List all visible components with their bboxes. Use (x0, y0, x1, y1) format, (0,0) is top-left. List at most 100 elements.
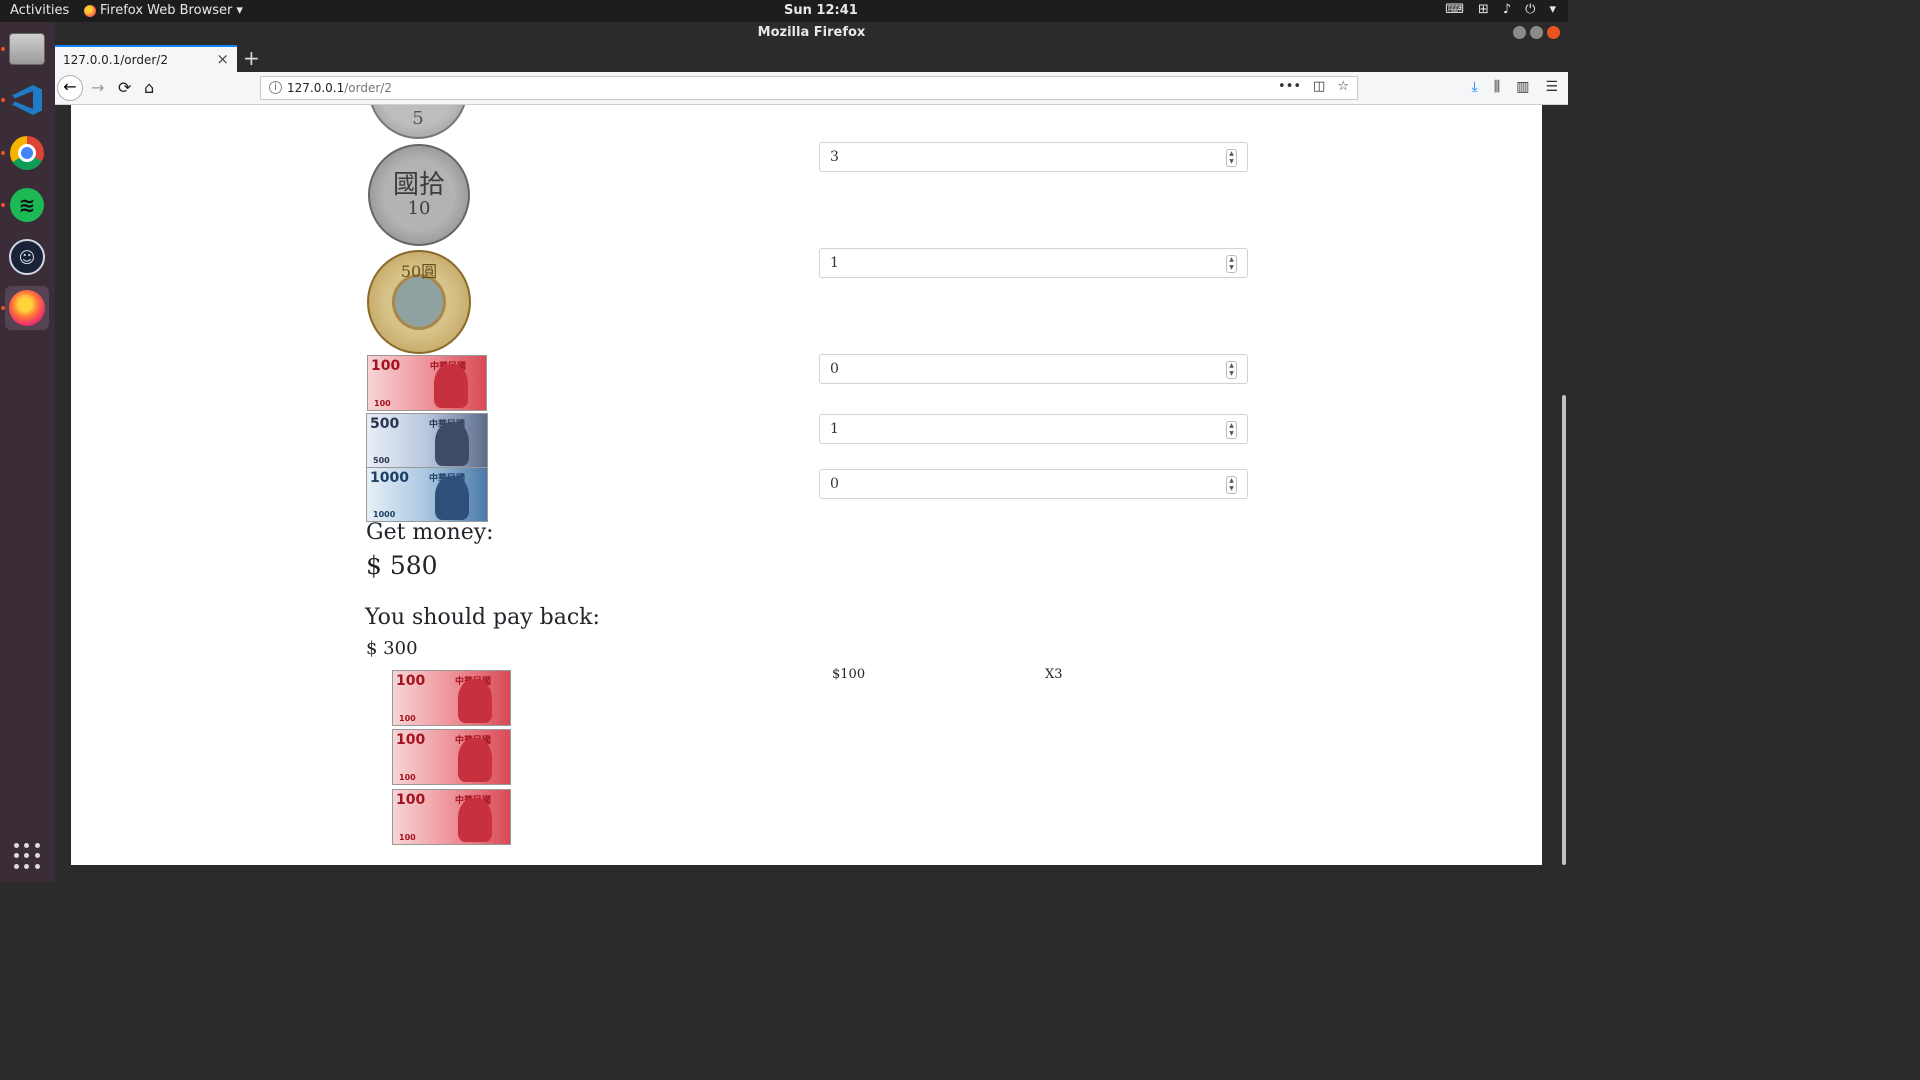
system-tray[interactable]: ⌨ ⊞ ♪ ⏻ ▾ (1445, 2, 1556, 17)
bookmark-star-icon[interactable]: ☆ (1337, 79, 1349, 94)
running-indicator (1, 203, 5, 207)
quantity-value: 3 (830, 149, 839, 165)
dropdown-arrow-icon: ▾ (236, 3, 243, 18)
quantity-input-1000[interactable]: 0 ▲ ▼ (819, 469, 1248, 499)
running-indicator (1, 151, 5, 155)
note-portrait (458, 679, 492, 723)
files-icon (9, 33, 45, 65)
running-indicator (1, 47, 5, 51)
dock-gitkraken[interactable]: ☺ (5, 235, 49, 279)
dock-spotify[interactable]: ≋ (5, 183, 49, 227)
change-count: X3 (1045, 667, 1063, 682)
running-indicator (1, 98, 5, 102)
gitkraken-icon: ☺ (9, 239, 45, 275)
url-actions: ••• ◫ ☆ (1278, 79, 1349, 94)
note-denomination: 100 (371, 358, 401, 374)
network-icon[interactable]: ⊞ (1478, 2, 1489, 17)
tab-order[interactable]: 127.0.0.1/order/2 × (55, 45, 237, 72)
reload-button[interactable]: ⟳ (118, 78, 131, 97)
window-title: Mozilla Firefox (757, 25, 866, 40)
dock-chrome[interactable] (5, 131, 49, 175)
dock-files[interactable] (5, 27, 49, 71)
app-menu[interactable]: Firefox Web Browser ▾ (84, 3, 243, 18)
site-info-icon[interactable]: i (269, 81, 282, 94)
coin-10-label-top: 國拾 (392, 169, 445, 200)
note-portrait (458, 738, 492, 782)
dock: ≋ ☺ (0, 22, 55, 882)
window-controls (1513, 26, 1560, 39)
volume-icon[interactable]: ♪ (1503, 2, 1511, 17)
pay-back-value: $ 300 (366, 638, 418, 659)
activities-button[interactable]: Activities (10, 3, 69, 18)
toolbar-right: ⤓ ⫼ ▥ ☰ (1472, 79, 1558, 95)
app-grid-icon (14, 843, 40, 869)
url-text: 127.0.0.1/order/2 (287, 81, 392, 95)
keyboard-icon[interactable]: ⌨ (1445, 2, 1464, 17)
show-applications-button[interactable] (5, 834, 49, 878)
banknote-100-image: 100 中華民國 100 (367, 355, 487, 411)
vscode-icon (12, 85, 42, 115)
firefox-icon (84, 4, 96, 17)
dropdown-arrow-icon[interactable]: ▾ (1549, 2, 1556, 17)
quantity-value: 1 (830, 255, 839, 271)
power-icon[interactable]: ⏻ (1525, 2, 1535, 17)
coin-50-label: 50圓 (400, 262, 438, 281)
spinner-icon[interactable]: ▲ ▼ (1226, 361, 1237, 379)
note-denomination-small: 100 (399, 833, 416, 842)
note-denomination: 500 (370, 416, 400, 432)
spinner-icon[interactable]: ▲ ▼ (1226, 421, 1237, 439)
quantity-input-10[interactable]: 3 ▲ ▼ (819, 142, 1248, 172)
coin-10-label-bottom: 10 (407, 198, 431, 220)
note-denomination: 100 (396, 732, 426, 748)
library-icon[interactable]: ⫼ (1494, 79, 1500, 95)
maximize-button[interactable] (1530, 26, 1543, 39)
coin-50-image: 50圓 (367, 250, 471, 354)
spinner-icon[interactable]: ▲ ▼ (1226, 255, 1237, 273)
dock-firefox[interactable] (5, 286, 49, 330)
menu-icon[interactable]: ☰ (1545, 79, 1558, 95)
note-denomination-small: 500 (373, 456, 390, 465)
quantity-input-100[interactable]: 0 ▲ ▼ (819, 354, 1248, 384)
order-page: 5 國拾 10 3 ▲▼ 50圓 1 ▲▼ 100 中華民國 100 0 ▲▼ (71, 105, 1542, 865)
coin-10-image: 國拾 10 (368, 144, 470, 246)
quantity-value: 0 (830, 361, 839, 377)
navigation-toolbar: ← → ⟳ ⌂ i 127.0.0.1/order/2 ••• ◫ ☆ ⤓ ⫼ … (55, 72, 1568, 105)
minimize-button[interactable] (1513, 26, 1526, 39)
app-menu-label: Firefox Web Browser (100, 3, 233, 18)
spinner-icon[interactable]: ▲ ▼ (1226, 476, 1237, 494)
back-button[interactable]: ← (57, 75, 83, 101)
tab-close-icon[interactable]: × (216, 50, 229, 68)
quantity-input-50[interactable]: 1 ▲ ▼ (819, 248, 1248, 278)
note-denomination-small: 100 (374, 399, 391, 408)
quantity-input-500[interactable]: 1 ▲ ▼ (819, 414, 1248, 444)
home-button[interactable]: ⌂ (144, 78, 154, 97)
pocket-icon[interactable]: ◫ (1313, 79, 1325, 94)
page-viewport[interactable]: 5 國拾 10 3 ▲▼ 50圓 1 ▲▼ 100 中華民國 100 0 ▲▼ (71, 105, 1542, 865)
clock[interactable]: Sun 12:41 (784, 3, 858, 18)
quantity-value: 0 (830, 476, 839, 492)
coin-50-center (392, 274, 446, 330)
new-tab-button[interactable]: + (243, 46, 260, 70)
window-titlebar: Mozilla Firefox (55, 22, 1568, 44)
url-host: 127.0.0.1 (287, 81, 345, 95)
system-top-bar: Activities Firefox Web Browser ▾ Sun 12:… (0, 0, 1568, 22)
dock-vscode[interactable] (5, 78, 49, 122)
running-indicator (1, 306, 5, 310)
sidebar-icon[interactable]: ▥ (1516, 79, 1529, 95)
note-denomination-small: 100 (399, 773, 416, 782)
change-banknote-100-image: 100 中華民國 100 (392, 789, 511, 845)
page-scrollbar[interactable] (1562, 395, 1566, 865)
tab-strip: 127.0.0.1/order/2 × + (55, 44, 1568, 72)
close-window-button[interactable] (1547, 26, 1560, 39)
forward-button[interactable]: → (91, 78, 104, 97)
downloads-icon[interactable]: ⤓ (1472, 79, 1478, 95)
page-actions-icon[interactable]: ••• (1278, 79, 1301, 94)
address-bar[interactable]: i 127.0.0.1/order/2 ••• ◫ ☆ (260, 76, 1358, 100)
coin-5-label: 5 (412, 107, 424, 129)
spinner-icon[interactable]: ▲ ▼ (1226, 149, 1237, 167)
get-money-heading: Get money: (366, 520, 494, 545)
note-portrait (435, 422, 469, 466)
chrome-icon (10, 136, 44, 170)
change-banknote-100-image: 100 中華民國 100 (392, 670, 511, 726)
firefox-icon (9, 290, 45, 326)
